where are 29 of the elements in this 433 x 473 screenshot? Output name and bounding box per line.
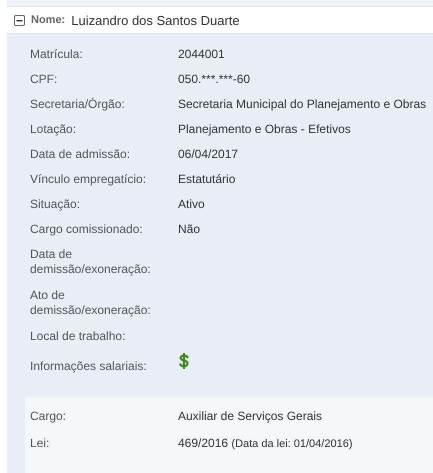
name-label: Nome: — [31, 14, 66, 26]
field-value: Auxiliar de Serviços Gerais — [178, 409, 322, 424]
field-label: Situação: — [30, 197, 82, 212]
collapse-toggle[interactable] — [14, 14, 25, 26]
field-label: Cargo comissionado: — [30, 222, 144, 237]
field-label: Cargo: — [30, 409, 68, 424]
field-label: Data de demissão/exoneração: — [30, 247, 152, 277]
field-label: Informações salariais: — [30, 359, 148, 374]
field-value: Planejamento e Obras - Efetivos — [178, 122, 351, 137]
field-value: 2044001 — [178, 47, 225, 62]
dollar-icon[interactable] — [178, 353, 190, 369]
field-label: Lei: — [30, 436, 50, 451]
field-label: CPF: — [30, 72, 58, 87]
field-value: 050.***.***-60 — [178, 72, 250, 87]
field-value: 469/2016 (Data da lei: 01/04/2016) — [178, 436, 352, 452]
toggle-icon — [14, 14, 25, 26]
field-value: Estatutário — [178, 172, 236, 187]
field-label: Secretaria/Órgão: — [30, 97, 126, 112]
field-label: Ato de demissão/exoneração: — [30, 288, 152, 318]
field-value: Não — [178, 222, 200, 237]
field-label: Lotação: — [30, 122, 78, 137]
field-label: Matrícula: — [30, 47, 84, 62]
field-label: Vínculo empregatício: — [30, 172, 148, 187]
field-value: 06/04/2017 — [178, 147, 238, 162]
name-value: Luizandro dos Santos Duarte — [71, 12, 240, 28]
field-label: Local de trabalho: — [30, 329, 126, 344]
field-value: Secretaria Municipal do Planejamento e Obras — [178, 97, 426, 112]
field-value: Ativo — [178, 197, 205, 212]
field-label: Data de admissão: — [30, 147, 132, 162]
